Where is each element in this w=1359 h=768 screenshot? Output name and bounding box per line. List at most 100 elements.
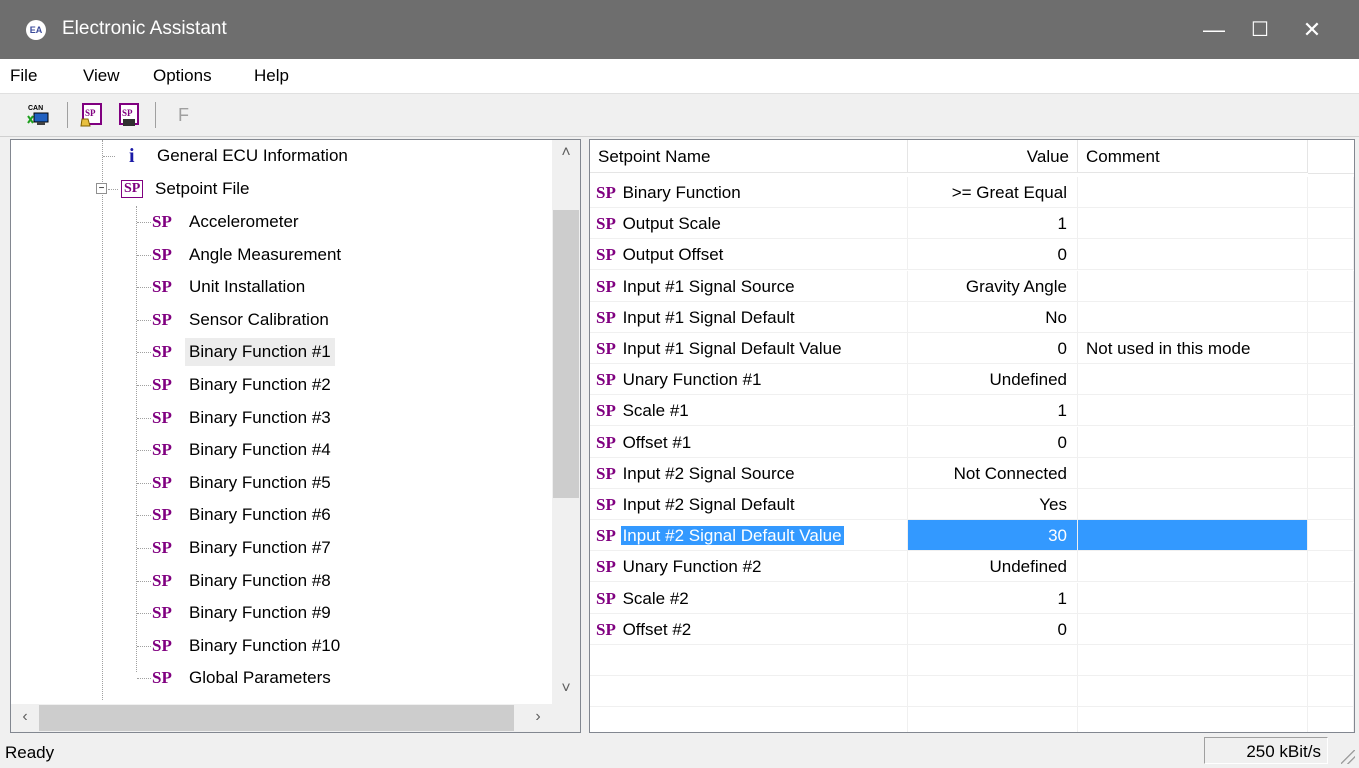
setpoint-value-cell[interactable]: >= Great Equal <box>908 177 1078 208</box>
setpoint-value-cell[interactable]: 0 <box>908 239 1078 271</box>
menu-help[interactable]: Help <box>254 66 289 86</box>
setpoint-comment-cell[interactable] <box>1078 551 1308 583</box>
maximize-button[interactable]: ☐ <box>1237 10 1283 50</box>
scroll-down-arrow-icon[interactable]: ˅ <box>552 680 580 698</box>
close-button[interactable]: ✕ <box>1289 10 1335 50</box>
setpoint-name: Scale #2 <box>622 588 689 608</box>
setpoint-name-cell[interactable]: SP Output Offset <box>590 239 908 271</box>
setpoint-comment-cell[interactable] <box>1078 426 1308 458</box>
grid-row[interactable]: SP Unary Function #2 Undefined <box>590 551 1354 583</box>
grid-row[interactable]: SP Input #2 Signal Default Yes <box>590 489 1354 520</box>
setpoint-value-cell[interactable]: Undefined <box>908 364 1078 396</box>
setpoint-comment-cell[interactable] <box>1078 301 1308 333</box>
tree-connector <box>137 385 151 386</box>
setpoint-value-cell[interactable]: Undefined <box>908 551 1078 583</box>
setpoint-comment-cell[interactable]: Not used in this mode <box>1078 333 1308 364</box>
setpoint-name-cell[interactable]: SP Input #1 Signal Source <box>590 270 908 302</box>
column-header-setpoint-name[interactable]: Setpoint Name <box>590 140 908 173</box>
grid-row[interactable]: SP Offset #2 0 <box>590 613 1354 645</box>
setpoint-icon: SP <box>152 244 172 264</box>
setpoint-comment-cell[interactable] <box>1078 613 1308 645</box>
scroll-right-arrow-icon[interactable]: › <box>524 708 552 726</box>
can-connect-button[interactable]: CAN <box>26 102 52 128</box>
setpoint-name-cell[interactable]: SP Scale #1 <box>590 395 908 427</box>
empty-cell <box>908 645 1078 676</box>
setpoint-name-cell[interactable]: SP Binary Function <box>590 177 908 208</box>
menu-options[interactable]: Options <box>153 66 212 86</box>
column-header-value[interactable]: Value <box>908 140 1078 173</box>
setpoint-comment-cell[interactable] <box>1078 395 1308 427</box>
setpoint-value-cell[interactable]: 1 <box>908 582 1078 614</box>
setpoint-value-cell[interactable]: 1 <box>908 208 1078 240</box>
setpoint-icon: SP <box>152 342 172 362</box>
grid-row[interactable]: SP Unary Function #1 Undefined <box>590 364 1354 396</box>
minimize-button[interactable]: — <box>1191 10 1237 50</box>
tree-connector <box>137 352 151 354</box>
setpoint-comment-cell[interactable] <box>1078 582 1308 614</box>
setpoint-name-cell[interactable]: SP Input #2 Signal Source <box>590 457 908 489</box>
setpoint-icon: SP <box>596 557 616 577</box>
scroll-corner <box>552 704 580 732</box>
setpoint-name-cell[interactable]: SP Unary Function #1 <box>590 364 908 396</box>
setpoint-value-cell[interactable]: 30 <box>908 520 1078 552</box>
setpoint-value-cell[interactable]: 0 <box>908 333 1078 364</box>
setpoint-icon: SP <box>596 214 616 234</box>
grid-row[interactable]: SP Offset #1 0 <box>590 426 1354 458</box>
tree-vertical-scrollbar[interactable]: ˄ ˅ <box>552 140 580 704</box>
open-setpoint-button[interactable]: SP <box>80 102 106 128</box>
setpoint-name-cell[interactable]: SP Scale #2 <box>590 582 908 614</box>
grid-row[interactable]: SP Output Offset 0 <box>590 239 1354 271</box>
menu-file[interactable]: File <box>10 66 37 86</box>
setpoint-name-cell[interactable]: SP Input #1 Signal Default <box>590 301 908 333</box>
setpoint-comment-cell[interactable] <box>1078 489 1308 520</box>
setpoint-value-cell[interactable]: 1 <box>908 395 1078 427</box>
tree-vertical-scroll-thumb[interactable] <box>553 210 579 498</box>
setpoint-comment-cell[interactable] <box>1078 177 1308 208</box>
collapse-toggle-icon[interactable]: − <box>96 183 107 194</box>
save-setpoint-button[interactable]: SP <box>117 102 143 128</box>
setpoint-name-cell[interactable]: SP Unary Function #2 <box>590 551 908 583</box>
setpoint-name-cell[interactable]: SP Output Scale <box>590 208 908 240</box>
setpoint-value-cell[interactable]: No <box>908 301 1078 333</box>
setpoint-value-cell[interactable]: Gravity Angle <box>908 270 1078 302</box>
setpoint-value-cell[interactable]: 0 <box>908 426 1078 458</box>
setpoint-comment-cell[interactable] <box>1078 270 1308 302</box>
menu-view[interactable]: View <box>83 66 120 86</box>
grid-row[interactable]: SP Input #1 Signal Default No <box>590 301 1354 333</box>
tree-horizontal-scroll-thumb[interactable] <box>39 705 514 731</box>
svg-text:CAN: CAN <box>28 105 43 112</box>
grid-row[interactable]: SP Binary Function >= Great Equal <box>590 177 1354 208</box>
grid-row[interactable]: SP Output Scale 1 <box>590 208 1354 240</box>
setpoint-value-cell[interactable]: Not Connected <box>908 457 1078 489</box>
grid-row[interactable]: SP Input #2 Signal Default Value 30 <box>590 520 1354 552</box>
pane-splitter[interactable] <box>581 139 589 731</box>
tree-item-label: Binary Function #3 <box>189 407 331 427</box>
setpoint-comment-cell[interactable] <box>1078 457 1308 489</box>
setpoint-name-cell[interactable]: SP Input #2 Signal Default Value <box>590 520 908 552</box>
setpoint-tree[interactable]: i General ECU Information − SP Setpoint File… <box>10 139 581 733</box>
setpoint-comment-cell[interactable] <box>1078 208 1308 240</box>
setpoint-comment-cell[interactable] <box>1078 520 1308 552</box>
setpoint-name-cell[interactable]: SP Offset #1 <box>590 426 908 458</box>
setpoint-comment-cell[interactable] <box>1078 364 1308 396</box>
grid-row[interactable]: SP Input #1 Signal Source Gravity Angle <box>590 270 1354 302</box>
flash-button[interactable]: F <box>178 102 204 128</box>
grid-filler-cell <box>1308 208 1354 240</box>
grid-filler-cell <box>1308 489 1354 520</box>
grid-row[interactable]: SP Scale #2 1 <box>590 582 1354 614</box>
column-header-comment[interactable]: Comment <box>1078 140 1308 173</box>
scroll-up-arrow-icon[interactable]: ˄ <box>552 144 580 162</box>
setpoint-name-cell[interactable]: SP Input #1 Signal Default Value <box>590 333 908 364</box>
resize-grip-icon[interactable] <box>1341 750 1355 764</box>
setpoint-name-cell[interactable]: SP Offset #2 <box>590 613 908 645</box>
setpoint-value-cell[interactable]: 0 <box>908 613 1078 645</box>
grid-row[interactable]: SP Input #2 Signal Source Not Connected <box>590 457 1354 489</box>
setpoint-name-cell[interactable]: SP Input #2 Signal Default <box>590 489 908 520</box>
scroll-left-arrow-icon[interactable]: ‹ <box>11 708 39 726</box>
tree-horizontal-scrollbar[interactable]: ‹ › <box>11 704 552 732</box>
setpoint-grid[interactable]: Setpoint Name Value Comment SP Binary Fu… <box>589 139 1355 733</box>
grid-row[interactable]: SP Input #1 Signal Default Value 0 Not use… <box>590 333 1354 364</box>
setpoint-comment-cell[interactable] <box>1078 239 1308 271</box>
grid-row[interactable]: SP Scale #1 1 <box>590 395 1354 427</box>
setpoint-value-cell[interactable]: Yes <box>908 489 1078 520</box>
